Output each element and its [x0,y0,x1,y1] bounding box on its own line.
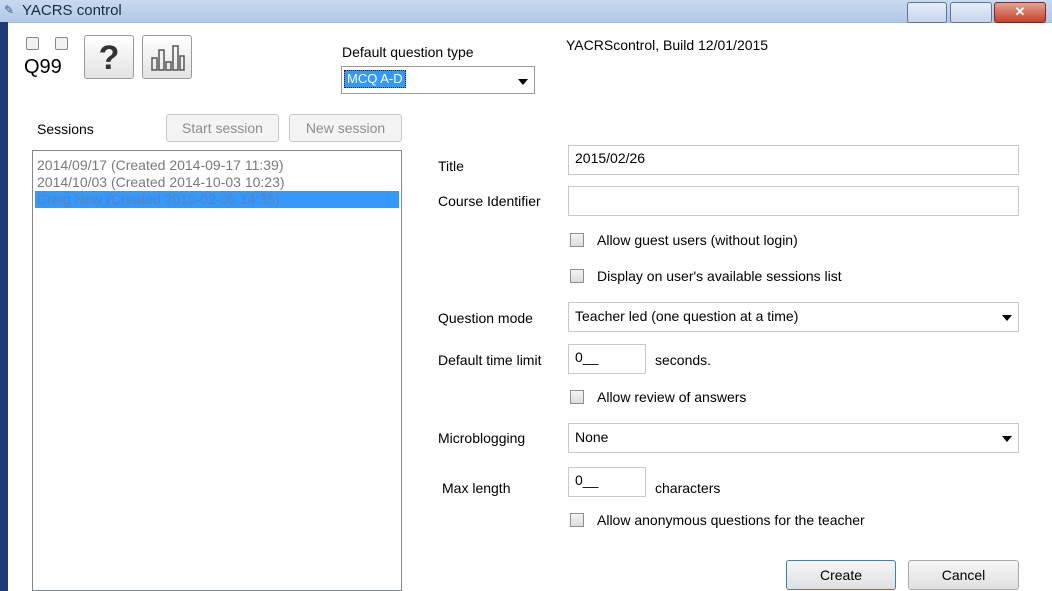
max-length-label: Max length [442,480,511,496]
max-length-input[interactable]: 0__ [568,467,646,497]
chevron-down-icon [1002,315,1012,321]
sessions-list[interactable]: 2014/09/17 (Created 2014-09-17 11:39) 20… [32,150,402,591]
window-title: YACRS control [22,2,122,19]
time-limit-input[interactable]: 0__ [568,344,646,374]
default-question-type-label: Default question type [342,44,474,60]
build-info: YACRScontrol, Build 12/01/2015 [566,37,769,53]
maximize-button[interactable] [950,2,992,23]
svg-text:?: ? [99,39,120,77]
microblogging-select[interactable]: None [568,423,1019,453]
time-limit-unit: seconds. [655,352,712,368]
title-input[interactable]: 2015/02/26 [568,145,1019,175]
close-button[interactable]: ✕ [994,2,1046,23]
app-icon: ✎ [4,3,15,17]
question-mode-select[interactable]: Teacher led (one question at a time) [568,302,1019,332]
microblogging-label: Microblogging [438,430,526,446]
chevron-down-icon [1002,436,1012,442]
new-session-button[interactable]: New session [289,114,402,142]
allow-anonymous-checkbox[interactable] [570,513,584,527]
session-item[interactable]: 2014/10/03 (Created 2014-10-03 10:23) [35,174,399,191]
minimize-button[interactable] [907,2,947,23]
question-mode-value: Teacher led (one question at a time) [575,308,799,324]
cancel-button[interactable]: Cancel [908,560,1019,590]
sessions-label: Sessions [37,121,94,137]
question-number: Q99 [24,56,62,78]
display-sessions-label: Display on user's available sessions lis… [597,268,842,284]
help-button[interactable]: ? [84,35,134,79]
allow-guest-checkbox[interactable] [570,233,584,247]
display-sessions-checkbox[interactable] [570,269,584,283]
default-question-type-select[interactable]: MCQ A-D [341,66,535,94]
start-session-button[interactable]: Start session [166,114,279,142]
small-toggle-2[interactable] [55,37,68,50]
question-mark-icon: ? [99,39,120,77]
title-label: Title [438,158,464,174]
small-toggle-1[interactable] [26,37,39,50]
allow-guest-label: Allow guest users (without login) [597,232,798,248]
create-button[interactable]: Create [786,560,896,590]
question-mode-label: Question mode [438,310,533,326]
course-identifier-label: Course Identifier [438,193,541,209]
window-left-border [0,22,8,591]
allow-review-label: Allow review of answers [597,389,747,405]
allow-anonymous-label: Allow anonymous questions for the teache… [597,512,865,528]
allow-review-checkbox[interactable] [570,390,584,404]
max-length-unit: characters [655,480,721,496]
session-item-selected[interactable]: Craig New (Created 2015-02-05 14:35) [35,191,399,208]
title-bar: ✎ YACRS control ✕ [0,0,1052,23]
session-item[interactable]: 2014/09/17 (Created 2014-09-17 11:39) [35,157,399,174]
stats-button[interactable] [142,35,192,79]
default-question-type-value: MCQ A-D [344,70,406,88]
chevron-down-icon [518,79,528,85]
time-limit-label: Default time limit [438,352,542,368]
bar-chart-icon [151,45,185,71]
course-identifier-input[interactable] [568,186,1019,216]
microblogging-value: None [575,429,609,445]
